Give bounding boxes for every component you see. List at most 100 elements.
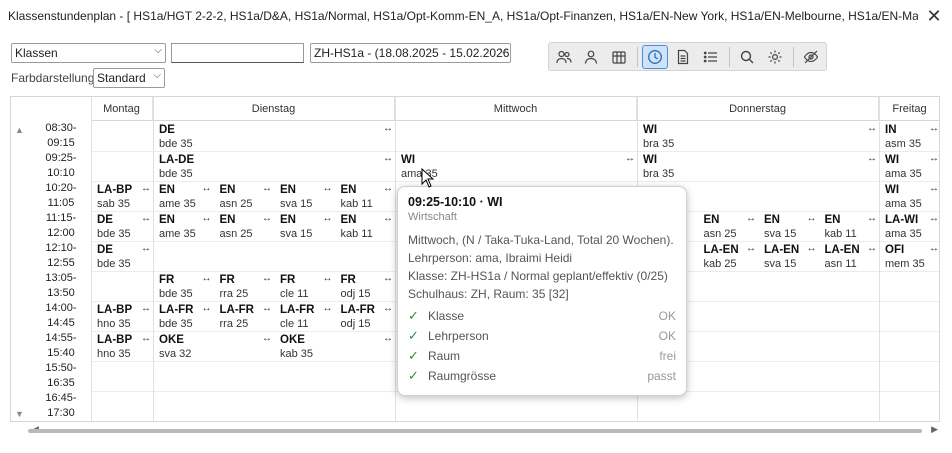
resize-arrows-icon[interactable]: ↔ xyxy=(867,243,877,254)
scroll-up-icon[interactable]: ▲ xyxy=(15,125,24,135)
teachers-button[interactable] xyxy=(551,45,577,69)
scroll-right-icon[interactable]: ▶ xyxy=(931,424,938,435)
lesson-cell[interactable]: EN sva 15 ↔ xyxy=(274,182,335,212)
resize-arrows-icon[interactable]: ↔ xyxy=(141,333,151,344)
resize-arrows-icon[interactable]: ↔ xyxy=(383,213,393,224)
lesson-cell[interactable]: WI ama 35 ↔ xyxy=(879,182,939,212)
resize-arrows-icon[interactable]: ↔ xyxy=(141,213,151,224)
lesson-cell[interactable]: LA-BP hno 35 ↔ xyxy=(91,302,153,332)
resize-arrows-icon[interactable]: ↔ xyxy=(383,153,393,164)
resize-arrows-icon[interactable]: ↔ xyxy=(202,273,212,284)
resize-arrows-icon[interactable]: ↔ xyxy=(625,153,635,164)
resize-arrows-icon[interactable]: ↔ xyxy=(323,213,333,224)
lesson-cell[interactable]: LA-FR rra 25 ↔ xyxy=(214,302,275,332)
resize-arrows-icon[interactable]: ↔ xyxy=(807,243,817,254)
rooms-button[interactable] xyxy=(606,45,632,69)
lesson-cell[interactable]: LA-EN sva 15 ↔ xyxy=(758,242,819,272)
lesson-cell[interactable]: WI bra 35 ↔ xyxy=(637,152,879,182)
resize-arrows-icon[interactable]: ↔ xyxy=(202,303,212,314)
lesson-cell[interactable]: LA-EN asn 11 ↔ xyxy=(819,242,880,272)
resize-arrows-icon[interactable]: ↔ xyxy=(141,303,151,314)
lesson-cell[interactable]: LA-EN kab 25 ↔ xyxy=(698,242,759,272)
color-mode-select[interactable]: Standard ⌵ xyxy=(93,68,165,88)
scrollbar-thumb[interactable] xyxy=(28,429,922,433)
resize-arrows-icon[interactable]: ↔ xyxy=(383,303,393,314)
resize-arrows-icon[interactable]: ↔ xyxy=(867,153,877,164)
scroll-down-icon[interactable]: ▼ xyxy=(15,409,24,419)
resize-arrows-icon[interactable]: ↔ xyxy=(262,303,272,314)
horizontal-scrollbar[interactable]: ◀ ▶ xyxy=(10,424,940,438)
lesson-cell[interactable]: EN asn 25 ↔ xyxy=(698,212,759,242)
person-button[interactable] xyxy=(578,45,604,69)
lesson-cell[interactable]: FR odj 15 ↔ xyxy=(335,272,396,302)
lesson-cell[interactable]: OKE sva 32 ↔ xyxy=(153,332,274,362)
lesson-cell[interactable]: EN ame 35 ↔ xyxy=(153,182,214,212)
resize-arrows-icon[interactable]: ↔ xyxy=(383,273,393,284)
resize-arrows-icon[interactable]: ↔ xyxy=(262,183,272,194)
time-view-button[interactable] xyxy=(642,45,668,69)
lesson-cell[interactable]: EN ame 35 ↔ xyxy=(153,212,214,242)
lesson-cell[interactable]: EN sva 15 ↔ xyxy=(758,212,819,242)
lesson-cell[interactable]: WI bra 35 ↔ xyxy=(637,122,879,152)
resize-arrows-icon[interactable]: ↔ xyxy=(262,333,272,344)
lesson-cell[interactable]: LA-WI ama 35 ↔ xyxy=(879,212,939,242)
lesson-cell[interactable]: DE bde 35 ↔ xyxy=(91,212,153,242)
lesson-cell[interactable]: LA-FR bde 35 ↔ xyxy=(153,302,214,332)
resize-arrows-icon[interactable]: ↔ xyxy=(929,213,939,224)
resize-arrows-icon[interactable]: ↔ xyxy=(323,273,333,284)
lesson-cell[interactable]: DE bde 35 ↔ xyxy=(153,122,395,152)
resize-arrows-icon[interactable]: ↔ xyxy=(867,213,877,224)
lesson-cell[interactable]: LA-FR cle 11 ↔ xyxy=(274,302,335,332)
resize-arrows-icon[interactable]: ↔ xyxy=(383,123,393,134)
document-button[interactable] xyxy=(670,45,696,69)
lesson-cell[interactable]: LA-FR odj 15 ↔ xyxy=(335,302,396,332)
lesson-tooltip: 09:25-10:10 · WI Wirtschaft Mittwoch, (N… xyxy=(397,186,687,396)
search-button[interactable] xyxy=(734,45,760,69)
lesson-cell[interactable]: FR cle 11 ↔ xyxy=(274,272,335,302)
resize-arrows-icon[interactable]: ↔ xyxy=(929,153,939,164)
lesson-cell[interactable]: LA-BP hno 35 ↔ xyxy=(91,332,153,362)
resize-arrows-icon[interactable]: ↔ xyxy=(383,333,393,344)
lesson-cell[interactable]: EN kab 11 ↔ xyxy=(819,212,880,242)
resize-arrows-icon[interactable]: ↔ xyxy=(929,123,939,134)
lesson-cell[interactable]: OKE kab 35 ↔ xyxy=(274,332,395,362)
eye-off-icon xyxy=(803,50,819,64)
period-select[interactable]: ZH-HS1a - (18.08.2025 - 15.02.2026 ⌵ xyxy=(310,43,511,63)
list-button[interactable] xyxy=(698,45,724,69)
lesson-cell[interactable]: FR rra 25 ↔ xyxy=(214,272,275,302)
resize-arrows-icon[interactable]: ↔ xyxy=(929,243,939,254)
lesson-cell[interactable]: EN kab 11 ↔ xyxy=(335,182,396,212)
resize-arrows-icon[interactable]: ↔ xyxy=(202,213,212,224)
toolbar xyxy=(548,42,827,71)
lesson-cell[interactable]: EN asn 25 ↔ xyxy=(214,182,275,212)
resize-arrows-icon[interactable]: ↔ xyxy=(262,213,272,224)
close-button[interactable]: ✕ xyxy=(922,4,946,28)
resize-arrows-icon[interactable]: ↔ xyxy=(807,213,817,224)
resize-arrows-icon[interactable]: ↔ xyxy=(867,123,877,134)
lesson-cell[interactable]: IN asm 35 ↔ xyxy=(879,122,939,152)
search-input[interactable] xyxy=(171,43,304,63)
resize-arrows-icon[interactable]: ↔ xyxy=(323,183,333,194)
lesson-cell[interactable]: OFI mem 35 ↔ xyxy=(879,242,939,272)
resize-arrows-icon[interactable]: ↔ xyxy=(262,273,272,284)
resize-arrows-icon[interactable]: ↔ xyxy=(746,243,756,254)
settings-button[interactable] xyxy=(762,45,788,69)
resize-arrows-icon[interactable]: ↔ xyxy=(383,183,393,194)
lesson-cell[interactable]: WI ama 35 ↔ xyxy=(879,152,939,182)
resize-arrows-icon[interactable]: ↔ xyxy=(746,213,756,224)
lesson-cell[interactable]: LA-BP sab 35 ↔ xyxy=(91,182,153,212)
lesson-cell[interactable]: EN kab 11 ↔ xyxy=(335,212,396,242)
chevron-down-icon: ⌵ xyxy=(154,45,162,56)
lesson-cell[interactable]: FR bde 35 ↔ xyxy=(153,272,214,302)
resize-arrows-icon[interactable]: ↔ xyxy=(929,183,939,194)
lesson-cell[interactable]: LA-DE bde 35 ↔ xyxy=(153,152,395,182)
resize-arrows-icon[interactable]: ↔ xyxy=(141,243,151,254)
hide-button[interactable] xyxy=(798,45,824,69)
lesson-cell[interactable]: EN sva 15 ↔ xyxy=(274,212,335,242)
lesson-cell[interactable]: EN asn 25 ↔ xyxy=(214,212,275,242)
entity-select[interactable]: Klassen ⌵ xyxy=(11,43,166,63)
resize-arrows-icon[interactable]: ↔ xyxy=(141,183,151,194)
resize-arrows-icon[interactable]: ↔ xyxy=(323,303,333,314)
resize-arrows-icon[interactable]: ↔ xyxy=(202,183,212,194)
lesson-cell[interactable]: DE bde 35 ↔ xyxy=(91,242,153,272)
